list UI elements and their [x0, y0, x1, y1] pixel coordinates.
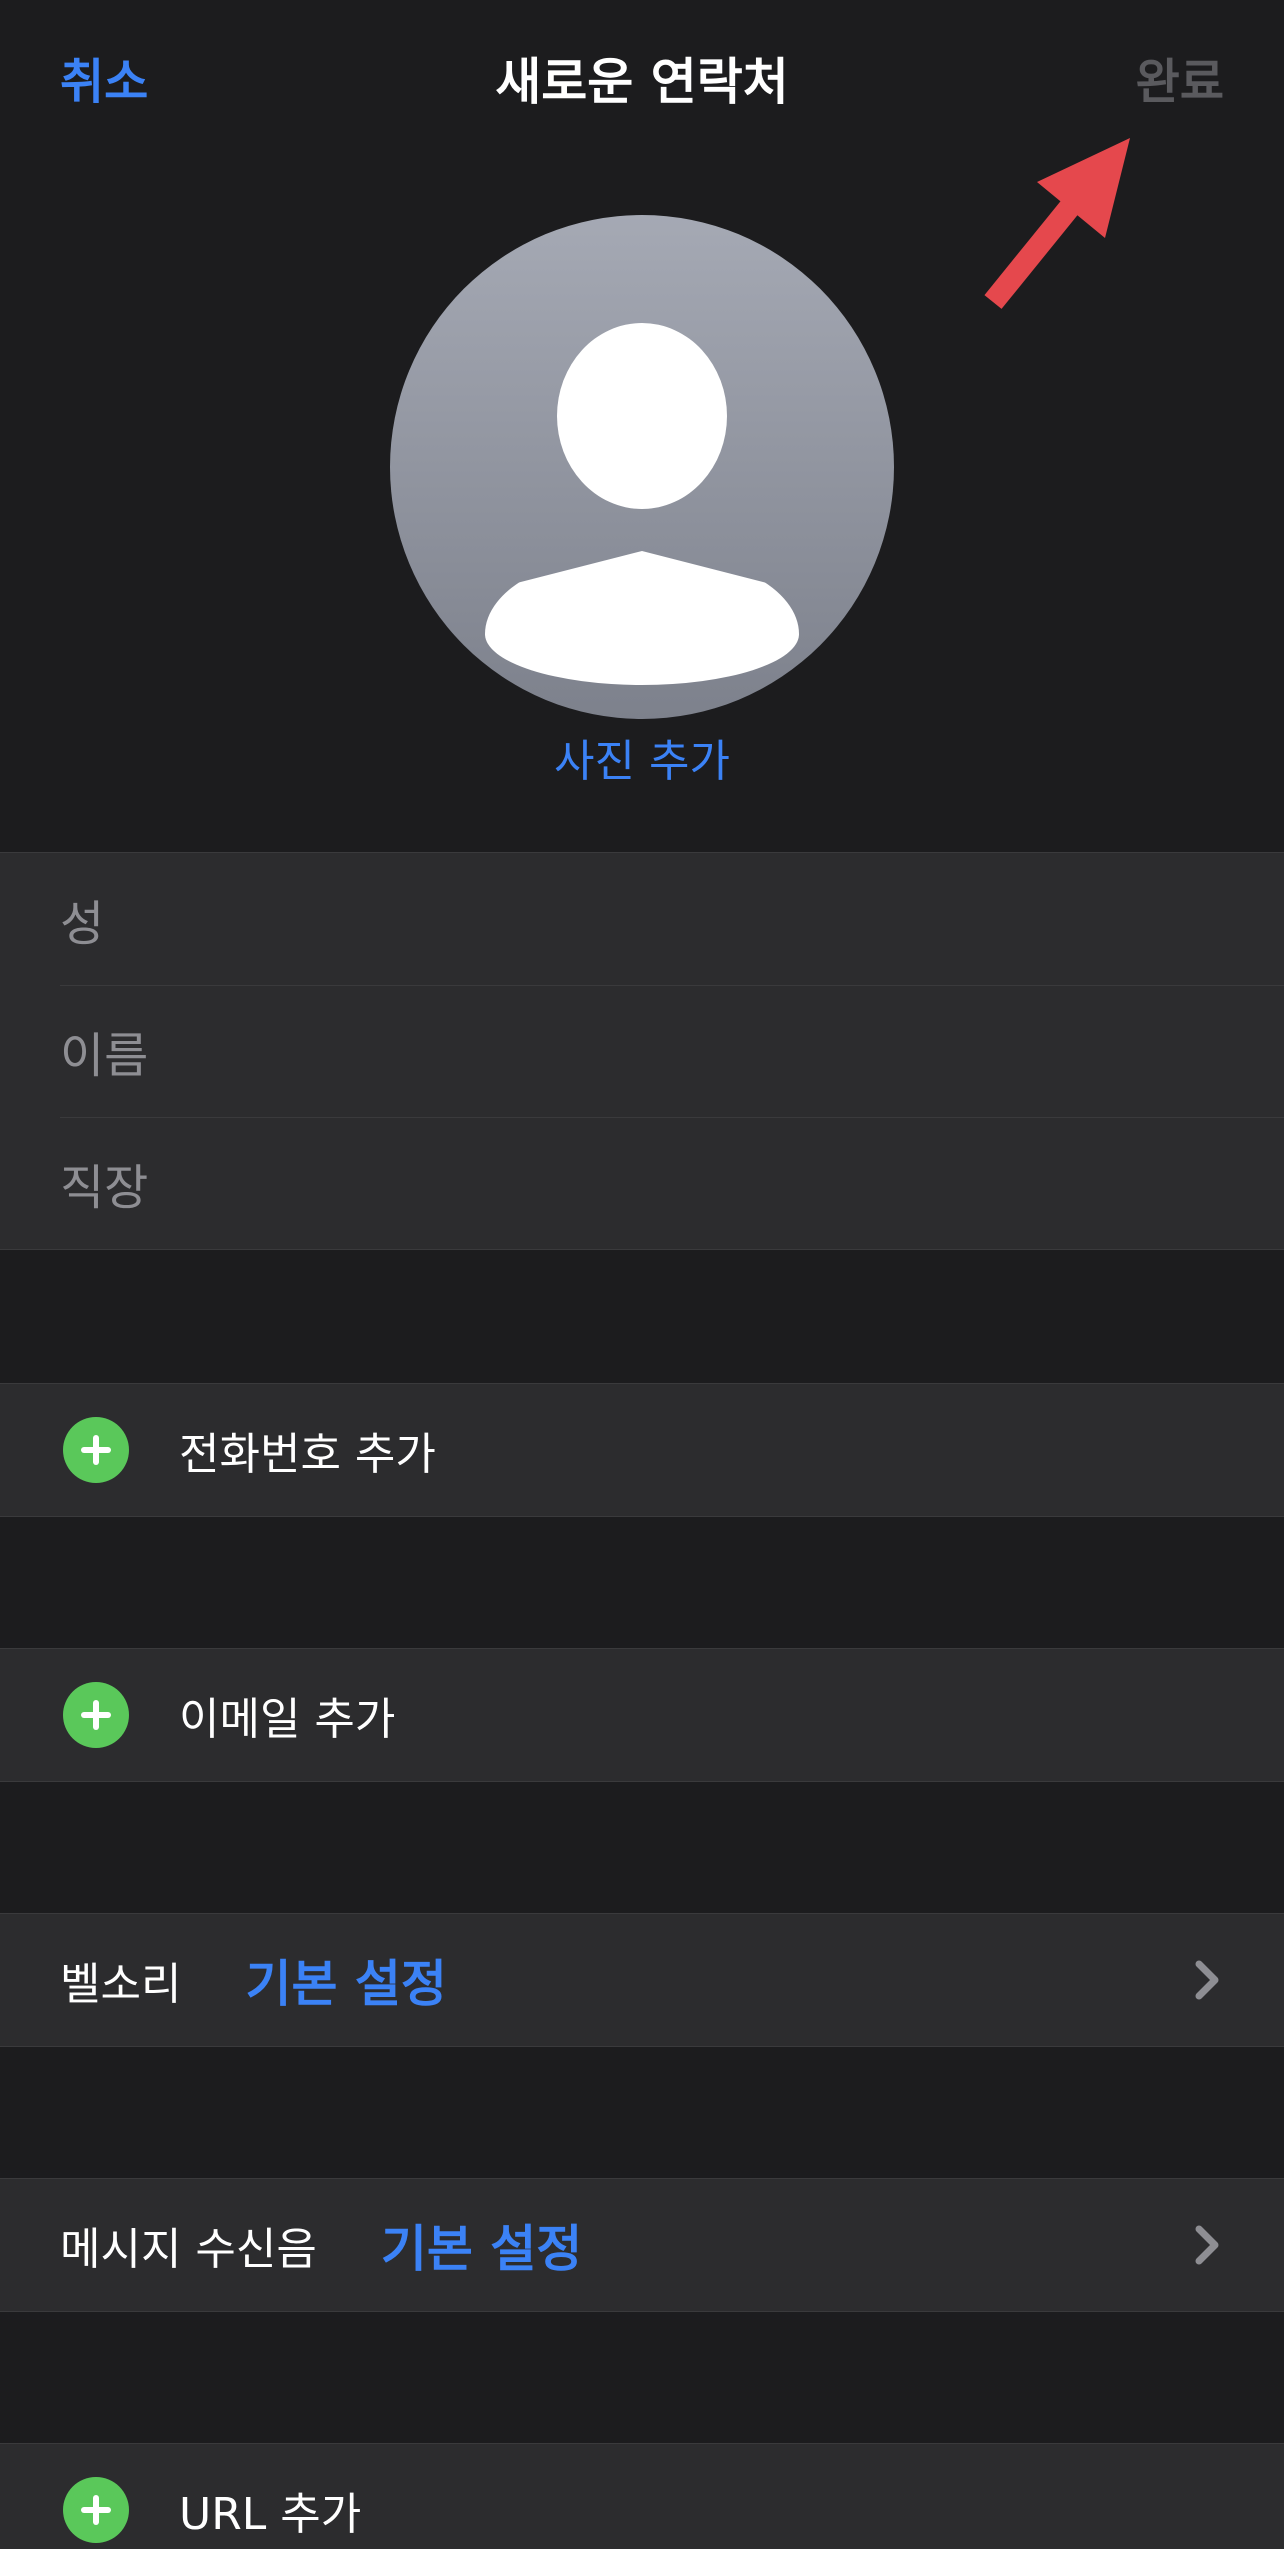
contact-avatar[interactable] — [390, 215, 894, 719]
chevron-right-icon — [1195, 1960, 1219, 2000]
chevron-right-icon — [1195, 2225, 1219, 2265]
page-title: 새로운 연락처 — [495, 53, 789, 111]
add-url-label: URL 추가 — [179, 2489, 362, 2540]
add-phone-row[interactable]: 전화번호 추가 — [0, 1384, 1284, 1516]
new-contact-screen: 취소 새로운 연락처 완료 사진 추가 성 이름 직장 전화번호 추가 이메일 … — [0, 0, 1284, 2549]
person-silhouette-icon — [557, 323, 727, 509]
add-url-row[interactable]: URL 추가 — [0, 2444, 1284, 2549]
company-placeholder: 직장 — [60, 1160, 149, 1216]
text-tone-label: 메시지 수신음 — [60, 2224, 317, 2275]
ringtone-label: 벨소리 — [60, 1959, 182, 2010]
add-photo-button[interactable]: 사진 추가 — [0, 730, 1284, 794]
plus-circle-icon[interactable] — [63, 2477, 129, 2543]
last-name-placeholder: 성 — [60, 896, 105, 952]
done-button[interactable]: 완료 — [1136, 50, 1224, 114]
add-phone-group: 전화번호 추가 — [0, 1383, 1284, 1517]
add-phone-label: 전화번호 추가 — [179, 1429, 436, 1480]
add-email-group: 이메일 추가 — [0, 1648, 1284, 1782]
plus-circle-icon[interactable] — [63, 1682, 129, 1748]
first-name-field[interactable]: 이름 — [0, 985, 1284, 1117]
company-field[interactable]: 직장 — [0, 1117, 1284, 1249]
last-name-field[interactable]: 성 — [0, 853, 1284, 985]
text-tone-row[interactable]: 메시지 수신음 기본 설정 — [0, 2179, 1284, 2311]
text-tone-group: 메시지 수신음 기본 설정 — [0, 2178, 1284, 2312]
plus-circle-icon[interactable] — [63, 1417, 129, 1483]
add-email-label: 이메일 추가 — [179, 1694, 396, 1745]
person-silhouette-body — [485, 551, 799, 685]
ringtone-row[interactable]: 벨소리 기본 설정 — [0, 1914, 1284, 2046]
ringtone-group: 벨소리 기본 설정 — [0, 1913, 1284, 2047]
text-tone-value: 기본 설정 — [380, 2220, 583, 2278]
add-email-row[interactable]: 이메일 추가 — [0, 1649, 1284, 1781]
annotation-arrow-icon — [984, 138, 1130, 309]
add-url-group: URL 추가 — [0, 2443, 1284, 2549]
ringtone-value: 기본 설정 — [245, 1955, 447, 2013]
first-name-placeholder: 이름 — [60, 1028, 149, 1084]
name-fields-group: 성 이름 직장 — [0, 852, 1284, 1250]
